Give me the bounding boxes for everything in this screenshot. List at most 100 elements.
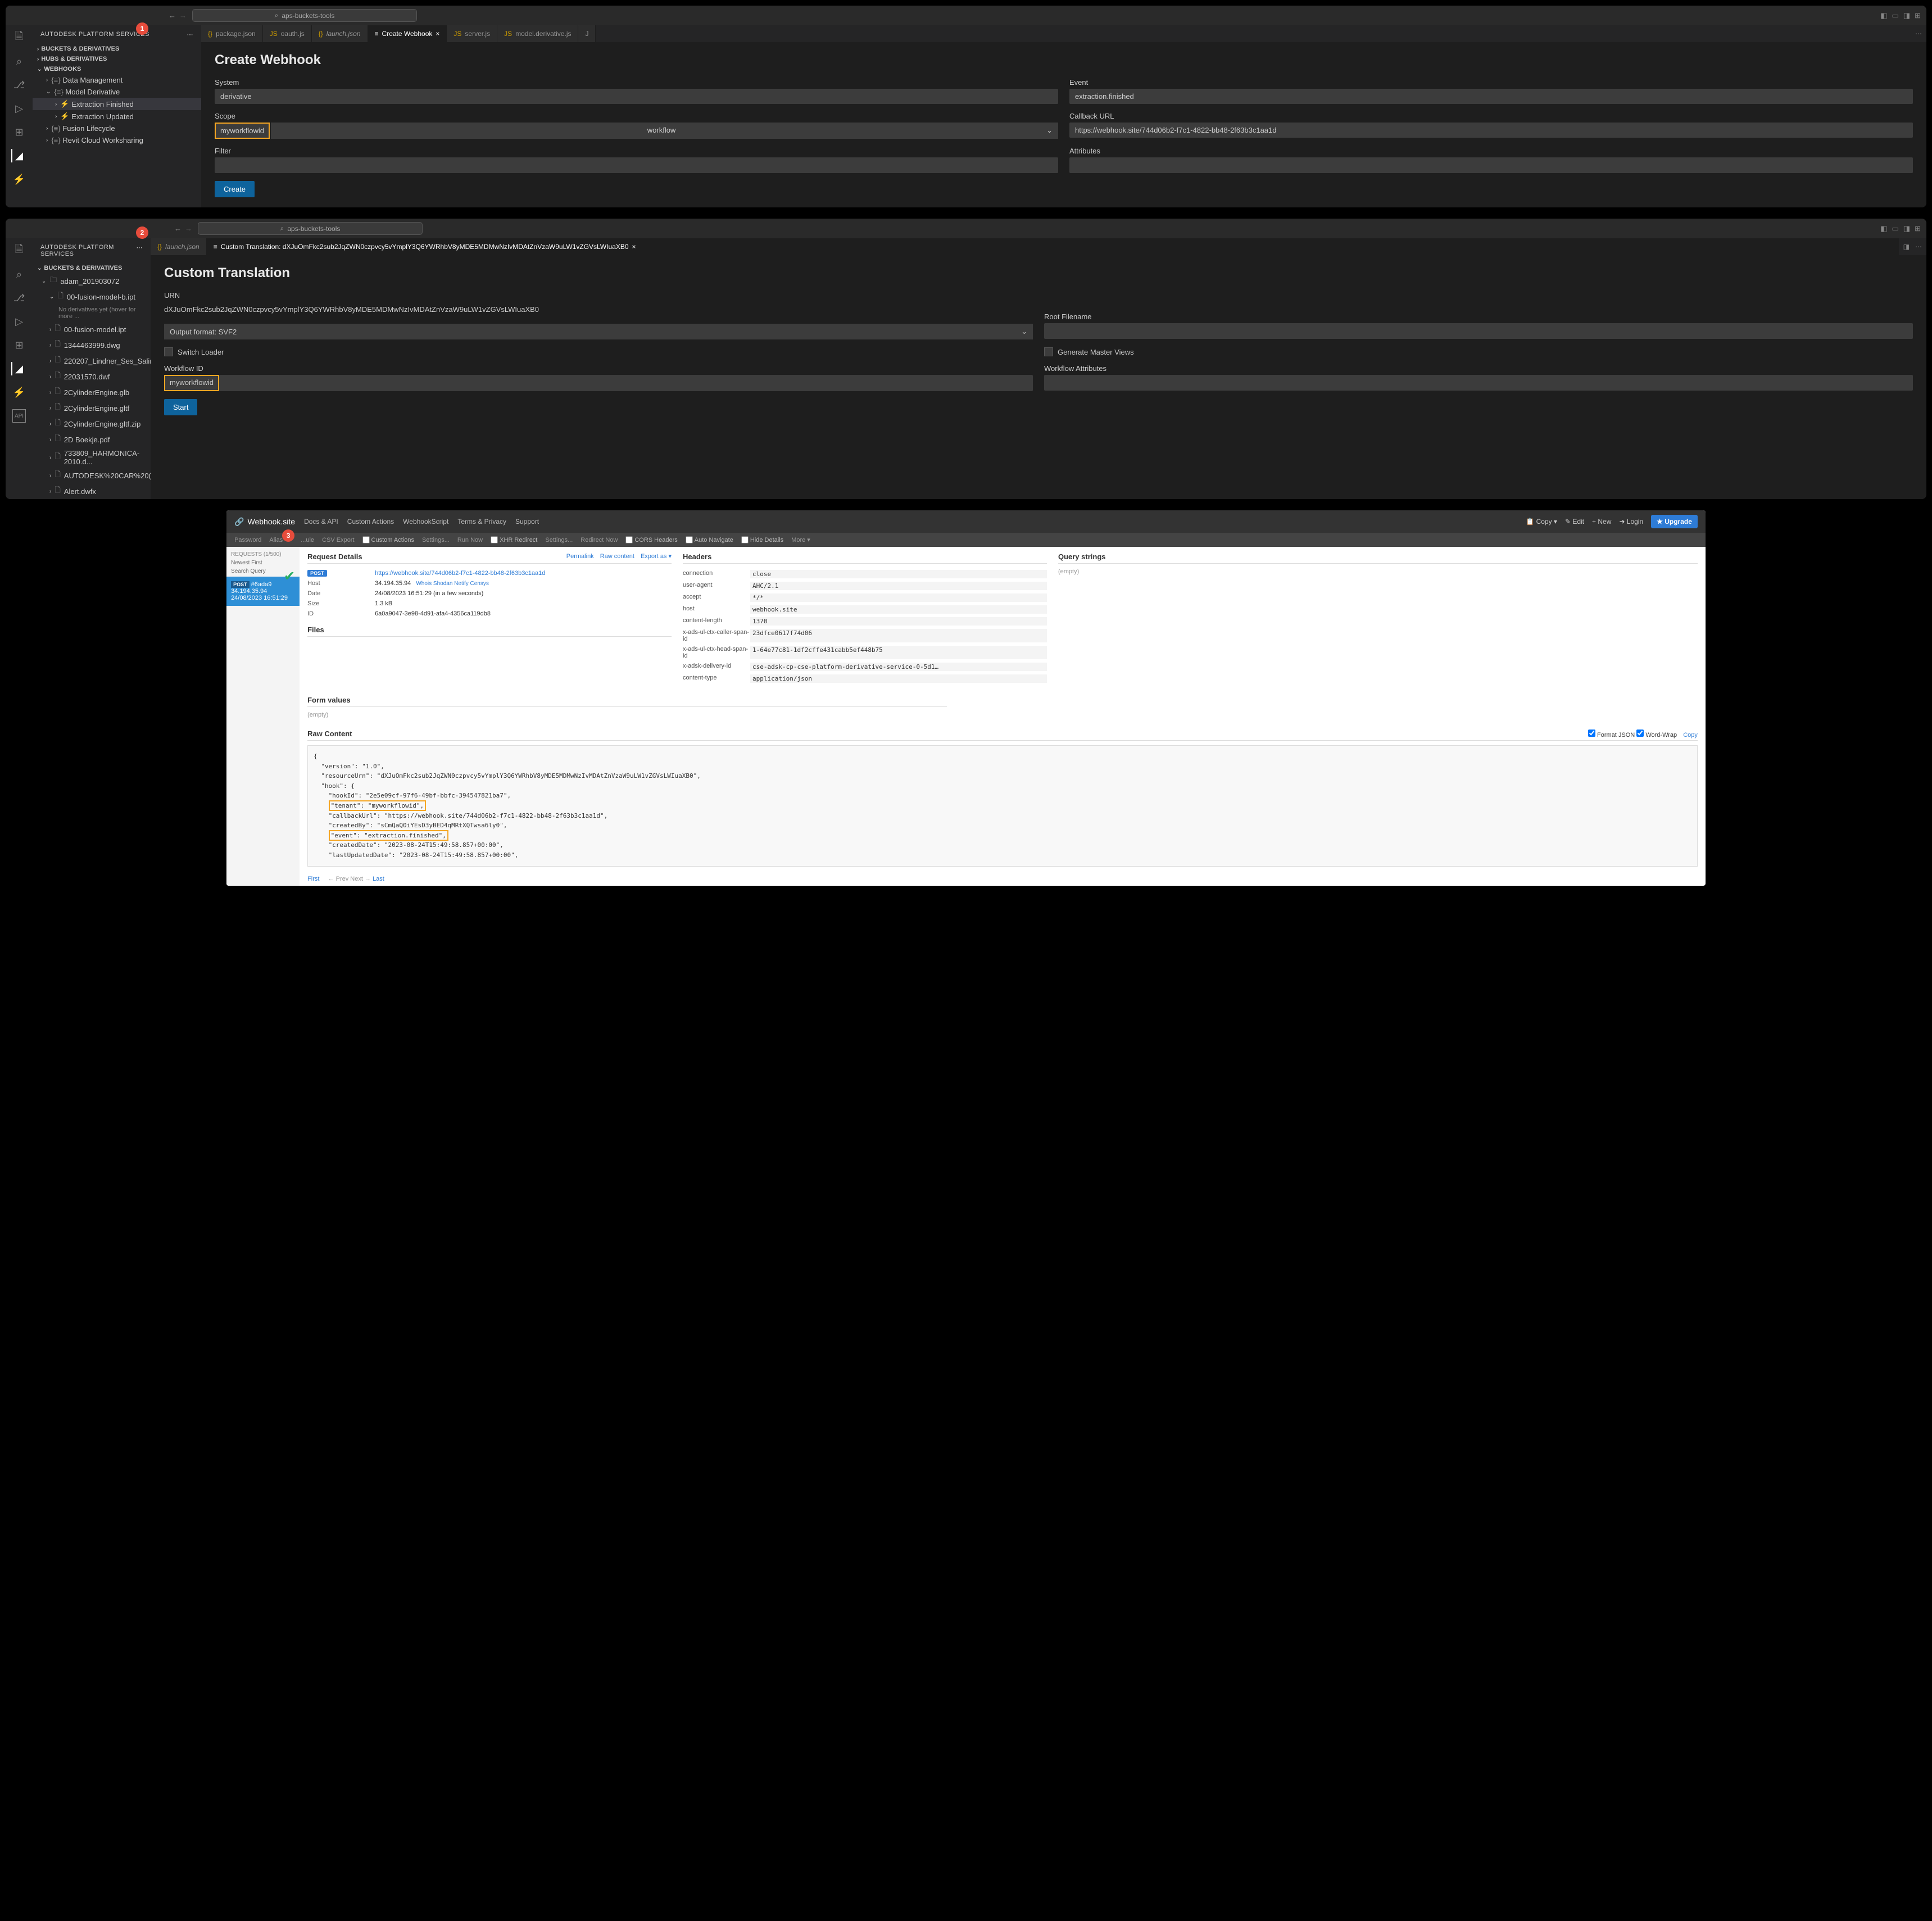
file-item[interactable]: 2CylinderEngine.gltf.zip [64, 420, 141, 428]
tab-create-webhook[interactable]: ≡Create Webhook × [368, 25, 447, 42]
sub-settings[interactable]: Settings... [422, 537, 450, 543]
nav-docs[interactable]: Docs & API [304, 518, 338, 525]
sub-redirect-now[interactable]: Redirect Now [580, 537, 618, 543]
tree-fusion-lifecycle[interactable]: Fusion Lifecycle [62, 124, 115, 133]
more-icon[interactable]: ⋯ [1915, 30, 1922, 38]
layout-panel-icon[interactable]: ▭ [1892, 11, 1899, 20]
thunder-icon[interactable]: ⚡ [12, 386, 26, 399]
layout-secondary-icon[interactable]: ◨ [1903, 224, 1910, 233]
tree-revit-cloud[interactable]: Revit Cloud Worksharing [62, 136, 143, 144]
thunder-icon[interactable]: ⚡ [12, 173, 26, 186]
aps-extension-icon[interactable]: ◢ [11, 362, 25, 375]
edit-button[interactable]: ✎ Edit [1565, 518, 1584, 525]
section-buckets[interactable]: BUCKETS & DERIVATIVES [41, 46, 119, 52]
customize-layout-icon[interactable]: ⊞ [1915, 224, 1921, 233]
aps-extension-icon[interactable]: ◢ [11, 149, 25, 162]
layout-secondary-icon[interactable]: ◨ [1903, 11, 1910, 20]
request-url[interactable]: https://webhook.site/744d06b2-f7c1-4822-… [375, 570, 672, 577]
layout-primary-icon[interactable]: ◧ [1880, 224, 1887, 233]
chevron-down-icon[interactable]: ⌄ [37, 265, 42, 271]
tree-model-derivative[interactable]: Model Derivative [65, 88, 120, 96]
explorer-icon[interactable]: 🗎 [12, 244, 26, 257]
tree-extraction-finished[interactable]: Extraction Finished [71, 100, 134, 108]
file-item[interactable]: 2D Boekje.pdf [64, 436, 110, 444]
event-input[interactable]: extraction.finished [1069, 89, 1913, 104]
create-button[interactable]: Create [215, 181, 255, 197]
close-icon[interactable]: × [436, 30, 439, 38]
sub-more[interactable]: More ▾ [791, 536, 810, 543]
tab-model-derivative-js[interactable]: JSmodel.derivative.js [497, 25, 578, 42]
nav-terms[interactable]: Terms & Privacy [457, 518, 506, 525]
generate-master-views-checkbox[interactable] [1044, 347, 1053, 356]
file-item[interactable]: 00-fusion-model.ipt [64, 325, 126, 334]
word-wrap-checkbox[interactable] [1636, 730, 1644, 737]
upgrade-button[interactable]: ★ Upgrade [1651, 515, 1698, 528]
split-icon[interactable]: ◨ [1903, 243, 1910, 251]
tab-more[interactable]: J [578, 25, 596, 42]
permalink-link[interactable]: Permalink [566, 553, 594, 560]
command-search[interactable]: ⌕ aps-buckets-tools [198, 222, 423, 235]
auto-navigate-checkbox[interactable] [686, 536, 693, 543]
webhook-logo[interactable]: 🔗 Webhook.site [234, 517, 295, 527]
file-item[interactable]: Alert.dwfx [64, 487, 96, 496]
chevron-right-icon[interactable]: › [37, 46, 39, 52]
search-side-icon[interactable]: ⌕ [12, 268, 26, 281]
back-arrow-icon[interactable]: ← [174, 224, 182, 233]
sub-password[interactable]: Password [234, 537, 261, 543]
sub-csv-export[interactable]: CSV Export [322, 537, 354, 543]
section-buckets[interactable]: BUCKETS & DERIVATIVES [44, 265, 122, 271]
extensions-icon[interactable]: ⊞ [12, 338, 26, 352]
extensions-icon[interactable]: ⊞ [12, 125, 26, 139]
workflow-attrs-input[interactable] [1044, 375, 1913, 391]
attributes-input[interactable] [1069, 157, 1913, 173]
cors-headers-checkbox[interactable] [625, 536, 633, 543]
root-filename-input[interactable] [1044, 323, 1913, 339]
copy-menu[interactable]: 📋 Copy ▾ [1526, 518, 1557, 525]
tree-data-management[interactable]: Data Management [62, 76, 123, 84]
nav-webhookscript[interactable]: WebhookScript [403, 518, 448, 525]
file-item[interactable]: 22031570.dwf [64, 373, 110, 381]
tab-launch-json[interactable]: {}launch.json [151, 238, 207, 255]
copy-raw-link[interactable]: Copy [1683, 732, 1698, 739]
customize-layout-icon[interactable]: ⊞ [1915, 11, 1921, 20]
debug-icon[interactable]: ▷ [12, 102, 26, 115]
pager-next[interactable]: Next → [350, 876, 371, 882]
section-webhooks[interactable]: WEBHOOKS [44, 66, 81, 73]
file-item[interactable]: 1344463999.dwg [64, 341, 120, 350]
tab-launch-json[interactable]: {}launch.json [312, 25, 368, 42]
login-button[interactable]: ➜ Login [1619, 518, 1643, 525]
bucket-folder[interactable]: adam_201903072 [60, 277, 119, 286]
raw-content-link[interactable]: Raw content [600, 553, 634, 560]
file-item[interactable]: 733809_HARMONICA-2010.d... [64, 449, 146, 466]
callback-input[interactable]: https://webhook.site/744d06b2-f7c1-4822-… [1069, 123, 1913, 138]
scope-input[interactable]: myworkflowid [215, 123, 270, 139]
file-item[interactable]: 2CylinderEngine.glb [64, 388, 129, 397]
format-json-checkbox[interactable] [1588, 730, 1595, 737]
pager-prev[interactable]: ← Prev [328, 876, 349, 882]
start-button[interactable]: Start [164, 399, 197, 415]
more-icon[interactable]: ⋯ [137, 244, 143, 257]
nav-support[interactable]: Support [515, 518, 539, 525]
chevron-down-icon[interactable]: ⌄ [37, 66, 42, 73]
sort-newest[interactable]: Newest First [231, 560, 295, 566]
new-button[interactable]: + New [1592, 518, 1611, 525]
layout-primary-icon[interactable]: ◧ [1880, 11, 1887, 20]
xhr-redirect-checkbox[interactable] [491, 536, 498, 543]
tab-oauth-js[interactable]: JSoauth.js [263, 25, 312, 42]
sub-settings2[interactable]: Settings... [545, 537, 573, 543]
forward-arrow-icon[interactable]: → [185, 224, 192, 233]
close-icon[interactable]: × [632, 243, 636, 251]
custom-actions-checkbox[interactable] [362, 536, 370, 543]
tab-package-json[interactable]: {}package.json [201, 25, 263, 42]
chevron-right-icon[interactable]: › [37, 56, 39, 62]
export-as-link[interactable]: Export as ▾ [641, 553, 672, 560]
tab-custom-translation[interactable]: ≡Custom Translation: dXJuOmFkc2sub2JqZWN… [207, 238, 1899, 255]
back-arrow-icon[interactable]: ← [169, 11, 176, 20]
forward-arrow-icon[interactable]: → [179, 11, 187, 20]
api-icon[interactable]: API [12, 409, 26, 423]
section-hubs[interactable]: HUBS & DERIVATIVES [41, 56, 107, 62]
filter-input[interactable] [215, 157, 1058, 173]
host-lookup-links[interactable]: Whois Shodan Netify Censys [416, 581, 489, 587]
workflow-id-input[interactable]: myworkflowid [164, 375, 219, 391]
sub-run-now[interactable]: Run Now [457, 537, 483, 543]
